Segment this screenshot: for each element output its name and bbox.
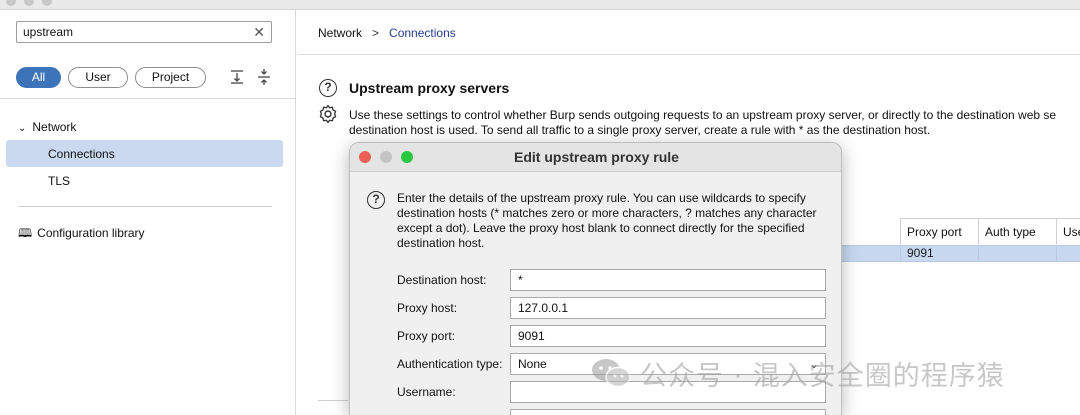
column-header-use[interactable]: Use: [1056, 218, 1080, 244]
bottom-divider: [318, 400, 348, 401]
authentication-type-label: Authentication type:: [397, 357, 503, 371]
proxy-host-input[interactable]: [510, 297, 826, 319]
upstream-rules-table[interactable]: Proxy port Auth type Use 9091: [840, 218, 1080, 262]
zoom-window-dot[interactable]: [42, 0, 52, 6]
help-icon[interactable]: ?: [319, 79, 337, 97]
clear-search-icon[interactable]: ✕: [253, 24, 265, 41]
description-line-1: Use these settings to control whether Bu…: [349, 108, 1057, 122]
dialog-title: Edit upstream proxy rule: [514, 149, 679, 165]
gear-icon[interactable]: [318, 104, 338, 124]
table-row[interactable]: 9091: [840, 245, 1080, 262]
breadcrumb-network[interactable]: Network: [318, 26, 362, 40]
watermark-text: 公众号 · 混入安全圈的程序猿: [640, 360, 1005, 392]
chat-logo-icon: [592, 359, 631, 388]
table-cell-auth-type: [978, 246, 1056, 261]
username-label: Username:: [397, 385, 456, 399]
tree-divider: [18, 206, 272, 207]
dialog-titlebar[interactable]: Edit upstream proxy rule: [350, 143, 841, 172]
description-line-2: destination host is used. To send all tr…: [349, 123, 931, 137]
settings-sidebar: ✕ All User Project ⌄Network Connections …: [0, 10, 296, 415]
minimize-window-dot[interactable]: [24, 0, 34, 6]
dialog-help-icon[interactable]: ?: [367, 191, 385, 209]
chevron-down-icon[interactable]: ⌄: [18, 123, 26, 134]
sidebar-divider: [0, 98, 296, 99]
filter-user-button[interactable]: User: [68, 67, 128, 88]
settings-search-box[interactable]: ✕: [16, 21, 272, 43]
table-cell-proxy-port: 9091: [900, 246, 978, 261]
proxy-port-input[interactable]: [510, 325, 826, 347]
section-description: Use these settings to control whether Bu…: [349, 108, 1080, 138]
proxy-port-label: Proxy port:: [397, 329, 456, 343]
breadcrumb: Network > Connections: [318, 26, 456, 40]
configuration-library-link[interactable]: 🕮 Configuration library: [18, 224, 145, 245]
destination-host-input[interactable]: [510, 269, 826, 291]
expand-all-icon[interactable]: [228, 68, 246, 86]
close-window-dot[interactable]: [6, 0, 16, 6]
configuration-library-label: Configuration library: [37, 226, 145, 240]
tree-node-tls[interactable]: TLS: [48, 174, 70, 188]
authentication-type-value: None: [518, 357, 547, 371]
tree-node-connections[interactable]: Connections: [48, 147, 115, 161]
section-title: Upstream proxy servers: [349, 80, 510, 96]
breadcrumb-connections[interactable]: Connections: [389, 26, 456, 40]
password-input[interactable]: [510, 409, 826, 415]
breadcrumb-separator: >: [372, 26, 380, 40]
settings-search-input[interactable]: [17, 22, 237, 42]
book-icon: 🕮: [18, 226, 33, 240]
window-top-strip: [0, 0, 1080, 10]
collapse-all-icon[interactable]: [255, 68, 273, 86]
filter-all-button[interactable]: All: [16, 67, 61, 88]
proxy-host-label: Proxy host:: [397, 301, 458, 315]
column-header-auth-type[interactable]: Auth type: [978, 218, 1056, 244]
watermark: 公众号 · 混入安全圈的程序猿: [590, 353, 1005, 393]
dialog-instructions: Enter the details of the upstream proxy …: [397, 191, 817, 250]
table-cell-use: [1056, 246, 1080, 261]
filter-project-button[interactable]: Project: [135, 67, 206, 88]
destination-host-label: Destination host:: [397, 273, 487, 287]
header-divider: [297, 54, 1080, 55]
column-header-proxy-port[interactable]: Proxy port: [900, 218, 978, 244]
tree-node-network[interactable]: ⌄ Network: [18, 120, 76, 134]
tree-node-network-label: Network: [32, 120, 77, 134]
